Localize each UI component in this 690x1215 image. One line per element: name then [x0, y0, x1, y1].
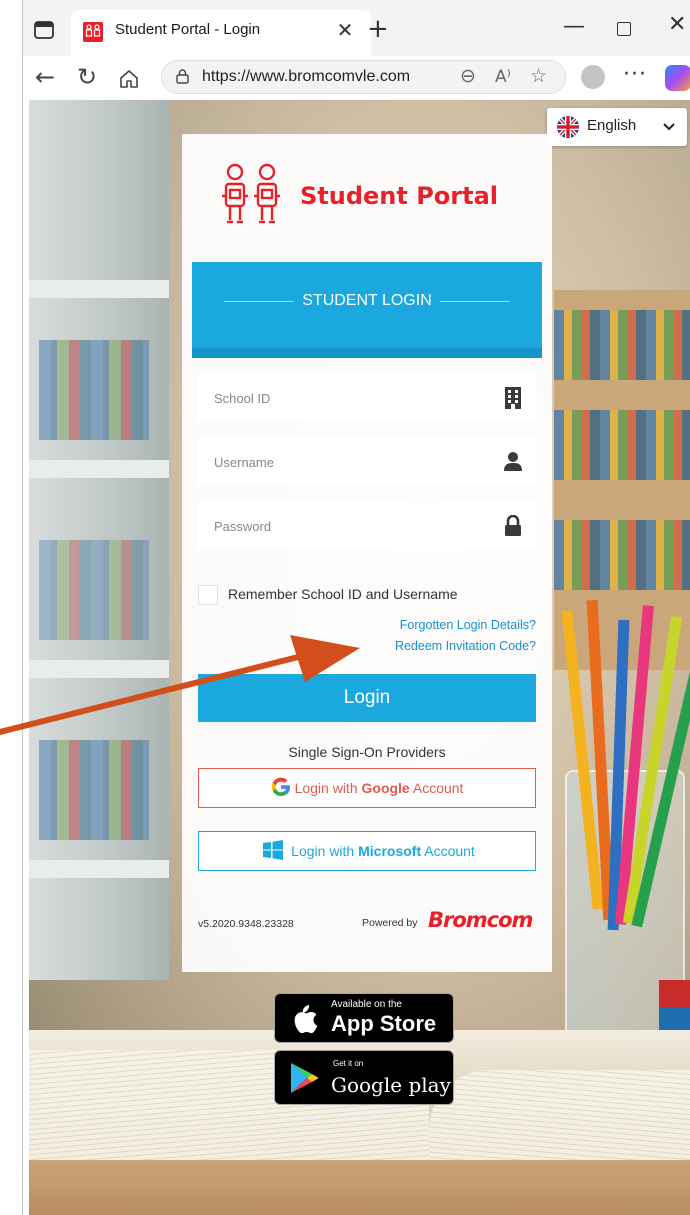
microsoft-login-brand: Microsoft: [358, 843, 422, 859]
google-icon: [271, 777, 290, 797]
back-icon[interactable]: ←: [35, 64, 55, 90]
powered-by-text: Powered by: [362, 917, 418, 929]
new-tab-icon[interactable]: +: [367, 16, 389, 42]
google-play-big-text: Google play: [331, 1073, 451, 1097]
background-desk: [29, 1160, 690, 1215]
bromcom-logo[interactable]: Bromcom: [428, 908, 533, 932]
language-label: English: [587, 117, 637, 134]
school-id-field: [198, 374, 536, 422]
apple-icon: [294, 1005, 318, 1034]
reload-icon[interactable]: ↻: [77, 64, 97, 90]
lock-icon: [505, 515, 521, 536]
browser-tab[interactable]: Student Portal - Login ✕: [71, 10, 371, 56]
microsoft-login-suffix: Account: [421, 843, 475, 859]
background-bookshelf-left: [29, 100, 169, 980]
remember-checkbox[interactable]: [198, 585, 218, 605]
zoom-icon[interactable]: ⊖: [460, 65, 476, 87]
forgotten-login-link[interactable]: Forgotten Login Details?: [400, 618, 536, 632]
google-login-suffix: Account: [409, 780, 464, 796]
minimize-icon[interactable]: —: [563, 14, 585, 39]
remember-label: Remember School ID and Username: [228, 586, 458, 602]
building-icon: [505, 387, 521, 409]
language-selector[interactable]: English: [547, 108, 687, 146]
tab-title: Student Portal - Login: [115, 21, 261, 38]
student-portal-logo-icon: [222, 163, 280, 224]
google-play-small-text: Get it on: [333, 1059, 364, 1068]
google-login-brand: Google: [361, 780, 410, 796]
username-field: [198, 438, 536, 486]
microsoft-login-prefix: Login with: [291, 843, 359, 859]
user-icon: [504, 452, 522, 471]
login-header: STUDENT LOGIN: [192, 262, 542, 358]
browser-window: Student Portal - Login ✕ + — ✕ ← ↻ https…: [22, 0, 690, 1215]
background-bookshelf-right: [554, 290, 690, 670]
version-text: v5.2020.9348.23328: [198, 918, 294, 930]
login-header-title: STUDENT LOGIN: [302, 292, 432, 309]
favicon: [83, 22, 103, 42]
password-input[interactable]: [198, 502, 498, 550]
app-store-small-text: Available on the: [331, 999, 402, 1010]
windows-icon: [263, 840, 284, 861]
maximize-icon[interactable]: [617, 22, 631, 36]
site-info-icon[interactable]: [176, 69, 189, 84]
favorite-icon[interactable]: ☆: [530, 65, 547, 87]
login-card: Student Portal STUDENT LOGIN School ID U…: [182, 134, 552, 972]
portal-title: Student Portal: [300, 182, 499, 210]
annotation-arrow: [0, 635, 360, 735]
copilot-icon[interactable]: [665, 65, 690, 91]
app-store-badge[interactable]: Available on the App Store: [274, 993, 454, 1043]
google-login-button[interactable]: Login with Google Account: [198, 768, 536, 808]
microsoft-login-button[interactable]: Login with Microsoft Account: [198, 831, 536, 871]
more-icon[interactable]: ···: [623, 62, 647, 87]
school-id-input[interactable]: [198, 374, 498, 422]
profile-icon[interactable]: [581, 65, 605, 89]
read-aloud-icon[interactable]: A⁾: [495, 67, 511, 87]
tab-strip: Student Portal - Login ✕ + — ✕: [23, 0, 690, 56]
password-field: [198, 502, 536, 550]
app-store-big-text: App Store: [331, 1011, 437, 1036]
sso-label: Single Sign-On Providers: [288, 744, 446, 760]
redeem-invitation-link[interactable]: Redeem Invitation Code?: [395, 639, 536, 653]
google-play-icon: [291, 1063, 319, 1093]
uk-flag-icon: [557, 116, 579, 138]
home-icon[interactable]: [119, 69, 139, 89]
close-icon[interactable]: ✕: [333, 18, 357, 42]
chevron-down-icon: [663, 123, 675, 131]
url-bar[interactable]: https://www.bromcomvle.com ⊖ A⁾ ☆: [161, 60, 566, 94]
address-bar: ← ↻ https://www.bromcomvle.com ⊖ A⁾ ☆ ··…: [23, 56, 690, 100]
sidebar-icon[interactable]: [33, 20, 55, 40]
google-login-prefix: Login with: [294, 780, 362, 796]
google-play-badge[interactable]: Get it on Google play: [274, 1050, 454, 1105]
url-text: https://www.bromcomvle.com: [202, 68, 411, 85]
window-close-icon[interactable]: ✕: [668, 12, 686, 37]
username-input[interactable]: [198, 438, 498, 486]
